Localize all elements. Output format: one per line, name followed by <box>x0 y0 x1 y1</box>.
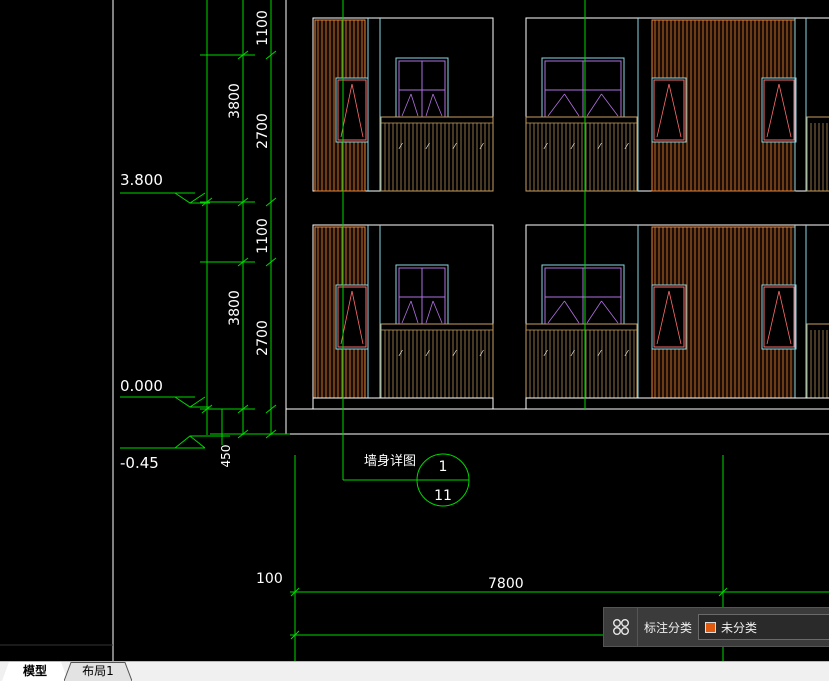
annotation-category-value: 未分类 <box>721 620 758 635</box>
dim-plinth: 450 <box>219 445 233 468</box>
dim-upper-top: 1100 <box>255 10 271 46</box>
dim-horizontal-offset: 100 <box>256 571 283 587</box>
elevation-label-minus045: -0.45 <box>120 454 159 472</box>
small-window <box>335 284 369 350</box>
dim-lower-total: 3800 <box>227 290 243 326</box>
annotation-category-toolbar: 标注分类 未分类 <box>603 607 829 647</box>
dim-horizontal-span: 7800 <box>488 576 524 592</box>
elevation-marker <box>120 192 210 204</box>
elevation-triangle-low <box>174 435 206 449</box>
balcony-window: ⁄ ⁄ ⁄ ⁄ <box>525 264 638 399</box>
balcony-window: ⁄ ⁄ ⁄ ⁄ <box>380 264 494 399</box>
dim-upper-total: 3800 <box>227 83 243 119</box>
annotation-toolbar-button[interactable] <box>604 607 638 647</box>
layout-tab-bar: 模型 布局1 <box>0 661 829 681</box>
grid-icon <box>612 619 629 635</box>
small-window <box>335 77 369 143</box>
plinth-right <box>525 397 829 410</box>
cad-application: ⁄ ⁄ ⁄ ⁄ ⁄ ⁄ ⁄ ⁄ ⁄ ⁄ ⁄ ⁄ ⁄ ⁄ ⁄ ⁄ 3.800 0.000 -0.45 3800 … <box>0 0 829 681</box>
detail-callout-label: 墙身详图 <box>364 453 416 469</box>
railing-outline <box>525 116 638 192</box>
dim-lower-bottom: 2700 <box>255 320 271 356</box>
elevation-marker <box>120 396 210 408</box>
tab-model[interactable]: 模型 <box>2 662 68 681</box>
railing-outline-partial <box>806 323 829 399</box>
balcony-window: ⁄ ⁄ ⁄ ⁄ <box>380 57 494 192</box>
railing-outline <box>525 323 638 399</box>
annotation-category-select[interactable]: 未分类 <box>698 614 829 640</box>
small-window <box>761 284 797 350</box>
small-window <box>761 77 797 143</box>
category-color-swatch <box>705 621 717 633</box>
building-elevation: ⁄ ⁄ ⁄ ⁄ ⁄ ⁄ ⁄ ⁄ ⁄ ⁄ ⁄ ⁄ ⁄ ⁄ ⁄ ⁄ <box>0 0 829 661</box>
elevation-triangle <box>174 396 206 408</box>
small-window <box>651 284 687 350</box>
annotation-category-label: 标注分类 <box>644 620 693 635</box>
drawing-canvas[interactable]: ⁄ ⁄ ⁄ ⁄ ⁄ ⁄ ⁄ ⁄⁄ ⁄ ⁄ ⁄ ⁄ ⁄ ⁄ ⁄ 3.800 0.000 -0.45 3800 … <box>0 0 829 661</box>
dim-lower-top: 1100 <box>255 218 271 254</box>
elevation-label-3800: 3.800 <box>120 171 163 189</box>
balcony-window: ⁄ ⁄ ⁄ ⁄ <box>525 57 638 192</box>
plinth-left <box>312 397 494 410</box>
elevation-label-0000: 0.000 <box>120 377 163 395</box>
detail-callout-sheet: 11 <box>434 488 452 504</box>
tab-layout1[interactable]: 布局1 <box>64 662 132 681</box>
detail-callout-number: 1 <box>439 459 448 475</box>
small-window <box>651 77 687 143</box>
dim-upper-bottom: 2700 <box>255 113 271 149</box>
railing-outline-partial <box>806 116 829 192</box>
